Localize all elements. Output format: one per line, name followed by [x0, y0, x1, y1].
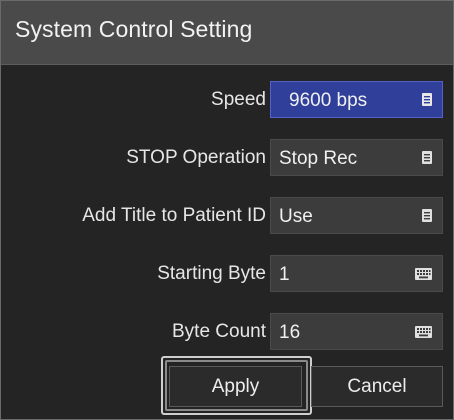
stop-operation-value: Stop Rec [279, 148, 358, 169]
add-title-select[interactable]: Use [270, 197, 443, 234]
starting-byte-value: 1 [279, 264, 290, 285]
stop-operation-label: STOP Operation [126, 147, 266, 168]
starting-byte-label: Starting Byte [157, 263, 266, 284]
byte-count-label: Byte Count [172, 321, 266, 342]
keyboard-icon [415, 326, 432, 338]
dialog-titlebar: System Control Setting [1, 1, 453, 65]
cancel-button[interactable]: Cancel [311, 366, 443, 407]
byte-count-value: 16 [279, 322, 301, 343]
starting-byte-input[interactable]: 1 [270, 255, 443, 292]
add-title-value: Use [279, 206, 313, 227]
keyboard-icon [415, 268, 432, 280]
speed-select[interactable]: 9600 bps [270, 81, 443, 118]
speed-label: Speed [211, 89, 266, 110]
add-title-label: Add Title to Patient ID [82, 205, 266, 226]
list-icon [422, 151, 432, 164]
byte-count-input[interactable]: 16 [270, 313, 443, 350]
stop-operation-select[interactable]: Stop Rec [270, 139, 443, 176]
list-icon [422, 93, 432, 106]
list-icon [422, 209, 432, 222]
apply-button[interactable]: Apply [169, 366, 302, 407]
speed-value: 9600 bps [289, 90, 368, 111]
dialog-title: System Control Setting [15, 16, 253, 42]
system-control-setting-dialog: System Control Setting Speed 9600 bps ST… [0, 0, 454, 420]
